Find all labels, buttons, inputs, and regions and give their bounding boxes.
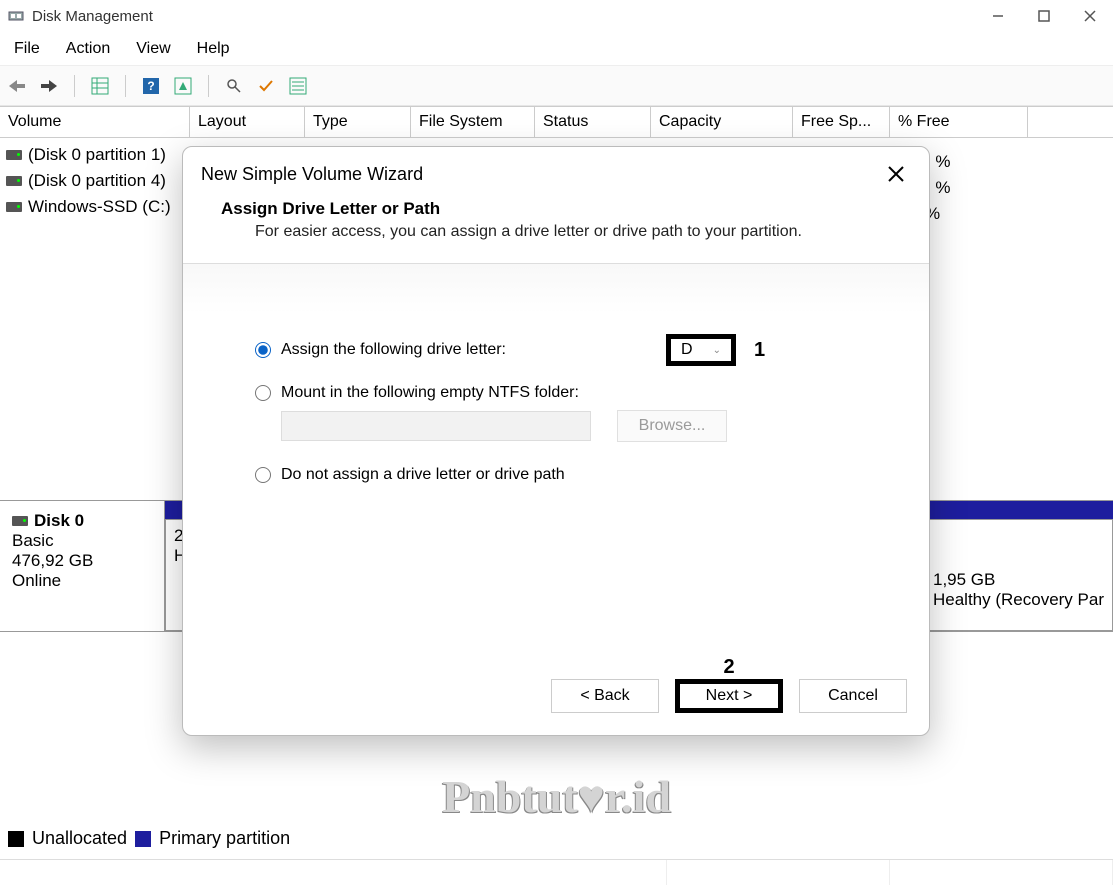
settings-icon[interactable] — [172, 75, 194, 97]
search-icon[interactable] — [223, 75, 245, 97]
option-assign-letter[interactable]: Assign the following drive letter: D ⌄ 1 — [255, 334, 871, 366]
window-controls — [989, 7, 1099, 25]
cancel-button[interactable]: Cancel — [799, 679, 907, 713]
legend-label: Primary partition — [159, 828, 290, 849]
watermark: Pnbtut♥r.id — [442, 770, 671, 823]
menu-bar: File Action View Help — [0, 32, 1113, 66]
disk-info: Disk 0 Basic 476,92 GB Online — [0, 501, 165, 631]
minimize-button[interactable] — [989, 7, 1007, 25]
menu-file[interactable]: File — [14, 40, 40, 58]
radio-mount-folder[interactable] — [255, 385, 271, 401]
next-button[interactable]: 2 Next > — [675, 679, 783, 713]
back-icon[interactable] — [6, 75, 28, 97]
app-icon — [8, 8, 24, 24]
close-button[interactable] — [1081, 7, 1099, 25]
col-pctfree[interactable]: % Free — [890, 107, 1028, 137]
option-label: Mount in the following empty NTFS folder… — [281, 384, 579, 402]
drive-icon — [6, 176, 22, 186]
drive-letter-select[interactable]: D ⌄ — [666, 334, 736, 366]
status-bar — [0, 859, 1113, 885]
chevron-down-icon: ⌄ — [713, 345, 721, 356]
wizard-body: Assign the following drive letter: D ⌄ 1… — [183, 264, 929, 679]
col-freespace[interactable]: Free Sp... — [793, 107, 890, 137]
col-status[interactable]: Status — [535, 107, 651, 137]
ntfs-path-input — [281, 411, 591, 441]
menu-view[interactable]: View — [136, 40, 170, 58]
next-button-label: Next > — [706, 687, 753, 704]
legend-swatch-unallocated — [8, 831, 24, 847]
help-icon[interactable]: ? — [140, 75, 162, 97]
col-type[interactable]: Type — [305, 107, 411, 137]
maximize-button[interactable] — [1035, 7, 1053, 25]
radio-no-letter[interactable] — [255, 467, 271, 483]
partition-status: H — [174, 546, 176, 566]
option-label: Assign the following drive letter: — [281, 341, 506, 359]
col-capacity[interactable]: Capacity — [651, 107, 793, 137]
col-layout[interactable]: Layout — [190, 107, 305, 137]
column-headers: Volume Layout Type File System Status Ca… — [0, 106, 1113, 138]
col-filesystem[interactable]: File System — [411, 107, 535, 137]
volume-name: Windows-SSD (C:) — [28, 197, 171, 217]
wizard-step-subtitle: For easier access, you can assign a driv… — [221, 223, 891, 241]
volume-name: (Disk 0 partition 4) — [28, 171, 166, 191]
radio-assign-letter[interactable] — [255, 342, 271, 358]
wizard-step-title: Assign Drive Letter or Path — [221, 199, 891, 219]
disk-capacity: 476,92 GB — [12, 551, 152, 571]
grid-icon[interactable] — [89, 75, 111, 97]
menu-help[interactable]: Help — [197, 40, 230, 58]
drive-icon — [6, 202, 22, 212]
col-volume[interactable]: Volume — [0, 107, 190, 137]
volume-name: (Disk 0 partition 1) — [28, 145, 166, 165]
annotation-1: 1 — [754, 339, 765, 362]
partition-size: 1,95 GB — [933, 570, 1104, 590]
option-label: Do not assign a drive letter or drive pa… — [281, 466, 565, 484]
legend-label: Unallocated — [32, 828, 127, 849]
browse-button: Browse... — [617, 410, 727, 442]
menu-action[interactable]: Action — [66, 40, 110, 58]
drive-icon — [6, 150, 22, 160]
drive-letter-value: D — [681, 341, 693, 359]
disk-type: Basic — [12, 531, 152, 551]
toolbar: ? — [0, 66, 1113, 106]
legend: Unallocated Primary partition — [8, 828, 290, 849]
svg-text:?: ? — [147, 79, 154, 93]
wizard-close-button[interactable] — [885, 163, 907, 185]
partition-size: 2 — [174, 526, 176, 546]
disk-name: Disk 0 — [34, 511, 84, 531]
partition-status: Healthy (Recovery Par — [933, 590, 1104, 610]
annotation-2: 2 — [723, 656, 734, 679]
wizard-title: New Simple Volume Wizard — [201, 164, 423, 185]
back-button[interactable]: < Back — [551, 679, 659, 713]
forward-icon[interactable] — [38, 75, 60, 97]
title-bar: Disk Management — [0, 0, 1113, 32]
disk-status: Online — [12, 571, 152, 591]
drive-icon — [12, 516, 28, 526]
option-no-letter[interactable]: Do not assign a drive letter or drive pa… — [255, 466, 871, 484]
wizard-titlebar: New Simple Volume Wizard — [183, 147, 929, 195]
option-mount-folder[interactable]: Mount in the following empty NTFS folder… — [255, 384, 871, 402]
wizard-dialog: New Simple Volume Wizard Assign Drive Le… — [182, 146, 930, 736]
window-title: Disk Management — [32, 8, 989, 25]
wizard-footer: < Back 2 Next > Cancel — [183, 679, 929, 735]
list-icon[interactable] — [287, 75, 309, 97]
check-icon[interactable] — [255, 75, 277, 97]
mount-path-row: Browse... — [255, 410, 871, 442]
col-blank[interactable] — [1028, 107, 1113, 137]
legend-swatch-primary — [135, 831, 151, 847]
wizard-header: Assign Drive Letter or Path For easier a… — [183, 195, 929, 263]
